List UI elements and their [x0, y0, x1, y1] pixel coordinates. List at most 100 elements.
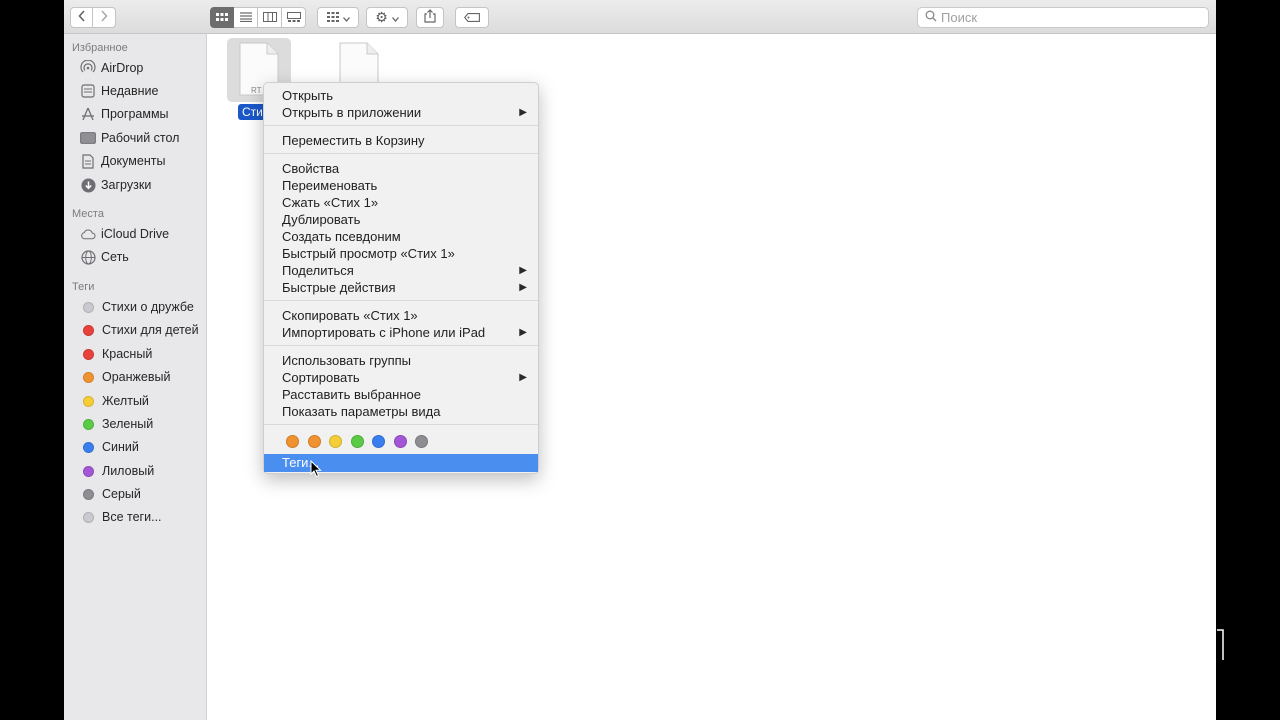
menu-item[interactable]: Открыть в приложении ▶	[264, 104, 538, 121]
back-button[interactable]	[70, 7, 93, 28]
menu-item-label: Быстрый просмотр «Стих 1»	[282, 246, 455, 261]
sidebar-item-network[interactable]: Сеть	[80, 247, 129, 267]
submenu-arrow-icon: ▶	[519, 265, 527, 276]
chevron-down-icon	[342, 11, 350, 25]
sidebar-item-desktop[interactable]: Рабочий стол	[80, 128, 179, 148]
menu-item[interactable]: Быстрые действия ▶	[264, 279, 538, 296]
sidebar-tag-item[interactable]: Синий	[80, 437, 139, 457]
tag-color-circle-icon[interactable]	[415, 435, 428, 448]
nav-buttons	[70, 7, 116, 28]
action-dropdown: ⚙	[366, 7, 408, 28]
share-icon	[424, 9, 436, 26]
grid-icon	[326, 11, 339, 25]
sidebar-item-label: Серый	[102, 487, 141, 501]
columns-icon	[262, 11, 277, 25]
tag-color-dot-icon	[83, 371, 94, 383]
tag-color-circle-icon[interactable]	[329, 435, 342, 448]
tag-color-dot-icon	[83, 465, 94, 477]
menu-item[interactable]: Поделиться ▶	[264, 262, 538, 279]
download-icon	[80, 177, 96, 193]
submenu-arrow-icon: ▶	[519, 327, 527, 338]
menu-item[interactable]: Свойства	[264, 160, 538, 177]
sidebar-item-label: Желтый	[102, 394, 149, 408]
tag-color-dot-icon	[83, 441, 94, 453]
menu-separator	[264, 125, 538, 126]
sidebar-item-downloads[interactable]: Загрузки	[80, 175, 151, 195]
menu-item[interactable]: Переименовать	[264, 177, 538, 194]
menu-item[interactable]: Сортировать ▶	[264, 369, 538, 386]
finder-window: ⚙ Поиск Избранное AirDrop Недавние Прогр…	[64, 0, 1216, 720]
menu-item-label: Сжать «Стих 1»	[282, 195, 379, 210]
sidebar-item-label: Лиловый	[102, 464, 155, 478]
sidebar-item-label: iCloud Drive	[101, 227, 170, 241]
menu-item-tags[interactable]: Теги...	[264, 454, 538, 472]
menu-item[interactable]: Переместить в Корзину	[264, 132, 538, 149]
action-button[interactable]: ⚙	[366, 7, 408, 28]
menu-item[interactable]: Сжать «Стих 1»	[264, 194, 538, 211]
menu-item-label: Дублировать	[282, 212, 361, 227]
list-view-button[interactable]	[234, 7, 258, 28]
list-icon	[239, 11, 252, 25]
menu-item-label: Открыть	[282, 88, 334, 103]
column-view-button[interactable]	[258, 7, 282, 28]
tag-color-dot-icon	[83, 324, 94, 336]
icon-view-button[interactable]	[210, 7, 234, 28]
submenu-arrow-icon: ▶	[519, 107, 527, 118]
share-button[interactable]	[416, 7, 444, 28]
sidebar-item-icloud-drive[interactable]: iCloud Drive	[80, 224, 169, 244]
sidebar-tag-item[interactable]: Красный	[80, 344, 152, 364]
tag-color-circle-icon[interactable]	[350, 435, 364, 448]
sidebar-item-documents[interactable]: Документы	[80, 151, 165, 171]
sidebar-tag-item[interactable]: Серый	[80, 484, 141, 504]
tag-color-circle-icon[interactable]	[372, 435, 385, 448]
sidebar-item-label: Синий	[102, 440, 139, 454]
desktop-icon	[80, 130, 96, 146]
sidebar-tag-item[interactable]: Желтый	[80, 391, 149, 411]
sidebar-item-applications[interactable]: Программы	[80, 104, 169, 124]
applications-icon	[80, 106, 96, 122]
tag-color-dot-icon	[83, 488, 94, 500]
recents-icon	[80, 83, 96, 99]
menu-item[interactable]: Использовать группы	[264, 352, 538, 369]
menu-item[interactable]: Расставить выбранное	[264, 386, 538, 403]
sidebar-tag-item[interactable]: Зеленый	[80, 414, 153, 434]
tag-color-circle-icon[interactable]	[307, 435, 321, 448]
sidebar-item-label: Сеть	[101, 250, 129, 264]
sidebar-item-recents[interactable]: Недавние	[80, 81, 158, 101]
sidebar-tag-item[interactable]: Лиловый	[80, 461, 154, 481]
tag-color-circle-icon[interactable]	[286, 435, 299, 448]
search-field[interactable]	[917, 7, 1209, 28]
view-mode-control	[210, 7, 306, 28]
sidebar-tag-item[interactable]: Все теги...	[80, 507, 162, 527]
edit-tags-button[interactable]	[455, 7, 489, 28]
tag-color-circle-icon[interactable]	[393, 435, 407, 448]
sidebar-tag-item[interactable]: Оранжевый	[80, 367, 170, 387]
sidebar-tag-item[interactable]: Стихи о дружбе	[80, 297, 194, 317]
grid-icon	[216, 11, 228, 25]
menu-item-label: Свойства	[282, 161, 340, 176]
menu-item[interactable]: Быстрый просмотр «Стих 1»	[264, 245, 538, 262]
sidebar-item-airdrop[interactable]: AirDrop	[80, 58, 143, 78]
sidebar-item-label: Стихи о дружбе	[102, 300, 194, 314]
tag-color-dot-icon	[83, 395, 94, 407]
chevron-left-icon	[77, 10, 86, 25]
menu-item-label: Импортировать с iPhone или iPad	[282, 325, 486, 340]
sidebar-item-label: Оранжевый	[102, 370, 171, 384]
menu-item[interactable]: Скопировать «Стих 1»	[264, 307, 538, 324]
menu-item[interactable]: Дублировать	[264, 211, 538, 228]
submenu-arrow-icon: ▶	[519, 282, 527, 293]
menu-item-label: Поделиться	[282, 263, 354, 278]
sidebar-item-label: Красный	[102, 347, 153, 361]
forward-button[interactable]	[93, 7, 116, 28]
chevron-down-icon	[391, 11, 399, 25]
menu-item[interactable]: Создать псевдоним	[264, 228, 538, 245]
search-icon	[925, 10, 937, 25]
search-input[interactable]	[941, 10, 1191, 25]
menu-item[interactable]: Открыть	[264, 87, 538, 104]
menu-item[interactable]: Импортировать с iPhone или iPad ▶	[264, 324, 538, 341]
group-by-button[interactable]	[317, 7, 359, 28]
menu-item[interactable]: Показать параметры вида	[264, 403, 538, 420]
sidebar-tag-item[interactable]: Стихи для детей	[80, 320, 199, 340]
chevron-right-icon	[100, 10, 108, 25]
gallery-view-button[interactable]	[282, 7, 306, 28]
